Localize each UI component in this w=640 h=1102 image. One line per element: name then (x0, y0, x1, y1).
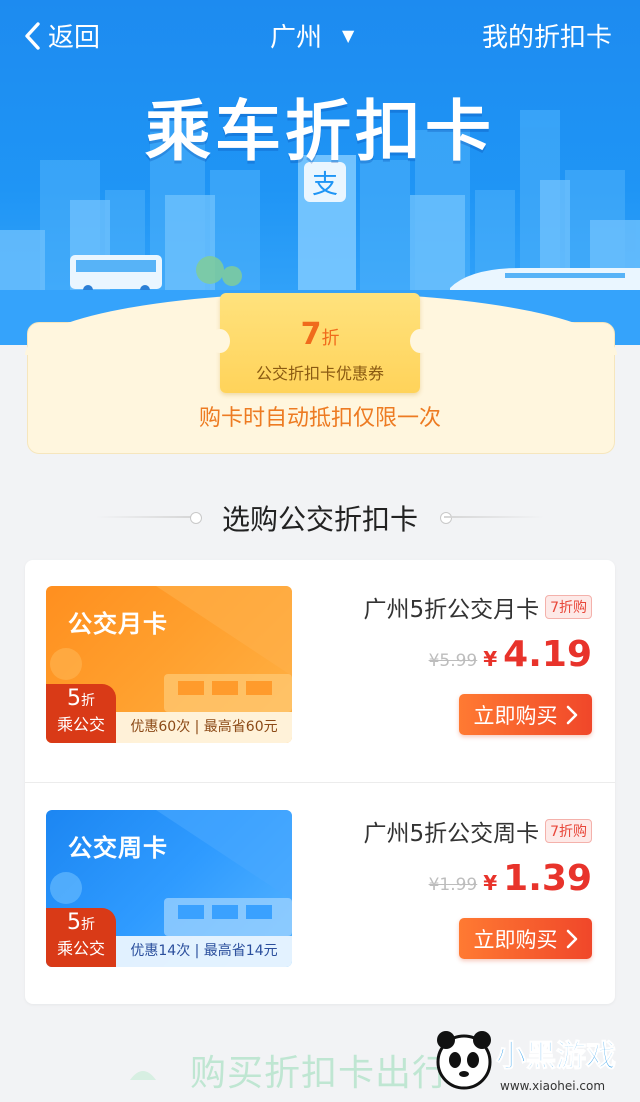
discount-badge: 5折 乘公交 (46, 684, 116, 743)
buy-monthly-card-button[interactable]: 立即购买 (459, 694, 592, 735)
panda-logo-icon (436, 1031, 492, 1090)
top-navigation-bar: 返回 广州 ▼ 我的折扣卡 (0, 0, 640, 72)
currency-symbol: ¥ (483, 871, 498, 895)
my-discount-card-link[interactable]: 我的折扣卡 (482, 17, 612, 54)
price-row: ¥5.99 ¥ 4.19 (429, 634, 592, 675)
badge-unit: 折 (81, 917, 95, 933)
price-row: ¥1.99 ¥ 1.39 (429, 858, 592, 899)
card-name: 公交周卡 (68, 834, 168, 862)
badge-discount: 5 (67, 910, 81, 935)
coupon-discount: 7折 (220, 317, 420, 352)
bottom-slogan: 购买折扣卡出行 (190, 1053, 450, 1094)
chevron-right-icon (566, 929, 577, 948)
watermark-brand: 小黑游戏 (496, 1039, 616, 1074)
bus-icon (70, 255, 162, 295)
section-dot-right (440, 512, 452, 524)
card-footer: 优惠14次 | 最高省14元 (116, 936, 292, 967)
back-button[interactable]: 返回 (22, 17, 100, 54)
discount-tag: 7折购 (545, 595, 592, 619)
site-watermark: 小黑游戏 www.xiaohei.com (436, 1031, 617, 1093)
section-title: 选购公交折扣卡 (221, 503, 418, 536)
badge-text: 乘公交 (56, 715, 105, 734)
product-title-row: 广州5折公交周卡 7折购 (363, 814, 592, 848)
original-price: ¥1.99 (428, 875, 478, 895)
current-price: 4.19 (503, 634, 592, 675)
product-title: 广州5折公交月卡 (363, 597, 540, 623)
back-chevron-icon (25, 21, 40, 50)
city-selector[interactable]: 广州 ▼ (270, 17, 354, 54)
leaf-decoration-icon (130, 1071, 156, 1080)
alipay-logo-icon: 支 (312, 170, 338, 200)
product-title: 广州5折公交周卡 (363, 821, 540, 847)
city-name: 广州 (270, 23, 323, 53)
badge-discount: 5 (67, 686, 81, 711)
currency-symbol: ¥ (483, 647, 498, 671)
dropdown-triangle-icon: ▼ (342, 26, 355, 45)
current-price: 1.39 (503, 858, 592, 899)
coupon-discount-value: 7 (300, 317, 322, 352)
watermark-url: www.xiaohei.com (500, 1079, 605, 1093)
card-name: 公交月卡 (68, 610, 168, 638)
coupon-note: 购卡时自动抵扣仅限一次 (198, 406, 441, 431)
buy-weekly-card-button[interactable]: 立即购买 (459, 918, 592, 959)
buy-label: 立即购买 (473, 703, 558, 728)
page-title: 乘车折扣卡 (145, 93, 495, 170)
badge-text: 乘公交 (56, 939, 105, 958)
buy-label: 立即购买 (473, 927, 558, 952)
badge-unit: 折 (81, 693, 95, 709)
product-divider (25, 782, 615, 783)
card-footer: 优惠60次 | 最高省60元 (116, 712, 292, 743)
discount-tag: 7折购 (545, 819, 592, 843)
weekly-card-image[interactable]: 公交周卡 5折 乘公交 优惠14次 | 最高省14元 (46, 810, 292, 967)
coupon-ticket: 7折 公交折扣卡优惠券 (210, 293, 430, 393)
chevron-right-icon (566, 705, 577, 724)
coupon-name: 公交折扣卡优惠券 (255, 364, 384, 383)
discount-badge: 5折 乘公交 (46, 908, 116, 967)
product-title-row: 广州5折公交月卡 7折购 (363, 590, 592, 624)
coupon-discount-unit: 折 (321, 328, 340, 349)
original-price: ¥5.99 (428, 651, 478, 671)
section-divider-right (444, 516, 544, 518)
back-label: 返回 (48, 23, 101, 53)
monthly-card-image[interactable]: 公交月卡 5折 乘公交 优惠60次 | 最高省60元 (46, 586, 292, 743)
